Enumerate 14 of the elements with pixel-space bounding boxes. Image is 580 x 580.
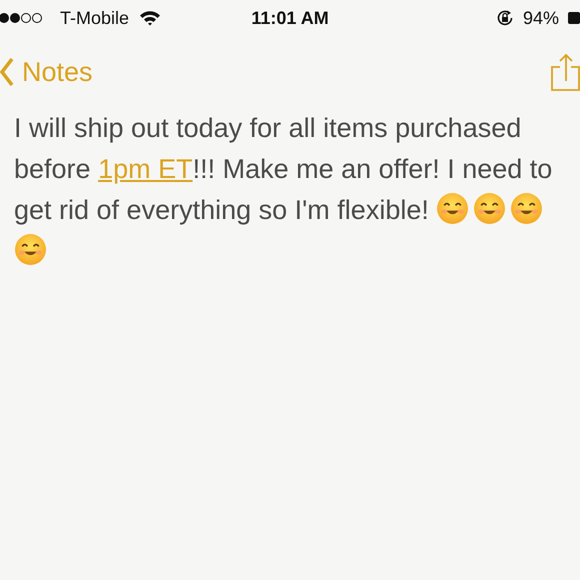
smiley-face-icon xyxy=(436,192,470,225)
battery-icon xyxy=(567,11,580,25)
date-link[interactable]: 1pm ET xyxy=(98,154,193,184)
carrier-name: T-Mobile xyxy=(60,6,130,30)
smiley-face-icon xyxy=(510,192,544,225)
clock-time: 11:01 AM xyxy=(251,8,329,28)
smiley-face-icon xyxy=(473,192,506,225)
battery-percent: 94% xyxy=(522,6,559,30)
smiley-face-icon xyxy=(14,233,47,266)
rotation-lock-icon xyxy=(494,8,515,28)
wifi-icon xyxy=(139,10,162,26)
back-chevron-icon xyxy=(0,57,14,87)
back-button[interactable]: Notes xyxy=(0,52,93,92)
share-icon[interactable] xyxy=(550,53,580,91)
